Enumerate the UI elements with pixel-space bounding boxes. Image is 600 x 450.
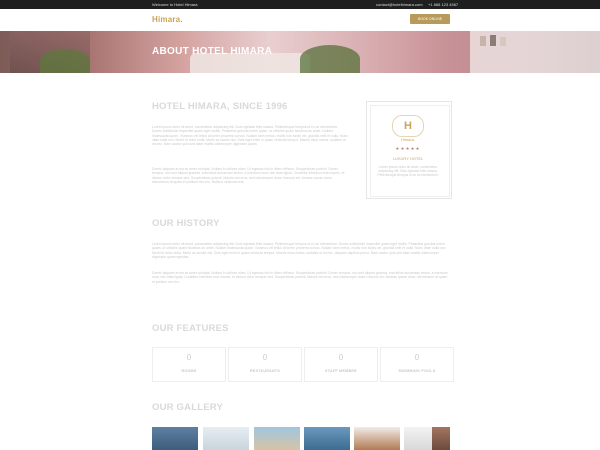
hero-book-image — [480, 36, 486, 46]
feature-label: STAFF MEMBER — [325, 369, 357, 373]
about-paragraph: Lorem ipsum dolor sit amet, consectetur … — [152, 125, 348, 147]
gallery-section-title: OUR GALLERY — [152, 402, 223, 413]
feature-card-rooms: 0 ROOMS — [152, 347, 226, 382]
gallery-image[interactable] — [203, 427, 249, 450]
card-description: Lorem ipsum dolor sit amet, consectetur … — [377, 165, 439, 178]
feature-label: RESTAURANTS — [249, 369, 281, 373]
hero-plant-image — [40, 49, 90, 73]
feature-card-staff: 0 STAFF MEMBER — [304, 347, 378, 382]
gallery-image[interactable] — [432, 427, 450, 450]
feature-label: SWIMMING POOLS — [398, 369, 436, 373]
gallery-image[interactable] — [254, 427, 300, 450]
gallery-image[interactable] — [304, 427, 350, 450]
history-paragraph: Lorem ipsum dolor sit amet, consectetur … — [152, 242, 447, 259]
luxury-hotel-label: LUXURY HOTEL — [392, 156, 424, 161]
top-bar: Welcome to Hotel Himara contact@hotelhim… — [0, 0, 600, 9]
feature-card-restaurants: 0 RESTAURANTS — [228, 347, 302, 382]
welcome-text: Welcome to Hotel Himara — [152, 2, 198, 7]
hotel-logo-badge: H — [392, 115, 424, 137]
about-section-title: HOTEL HIMARA, SINCE 1996 — [152, 101, 288, 112]
site-logo[interactable]: Himara. — [152, 15, 183, 24]
rating-stars: ★★★★★ — [395, 146, 421, 151]
gallery-image[interactable] — [152, 427, 198, 450]
history-paragraph: Donec aliquam at est sit amet volutpat. … — [152, 271, 448, 284]
feature-count: 0 — [186, 353, 192, 362]
main-navbar: Himara. BOOK ONLINE — [0, 9, 600, 32]
page-title: ABOUT HOTEL HIMARA — [152, 46, 273, 57]
card-brand: Himara. — [400, 137, 415, 142]
about-paragraph: Donec aliquam at est sit amet volutpat. … — [152, 167, 345, 184]
hero-banner — [0, 31, 600, 73]
hero-book-image — [490, 35, 496, 46]
feature-count: 0 — [414, 353, 420, 362]
feature-count: 0 — [262, 353, 268, 362]
book-online-button[interactable]: BOOK ONLINE — [410, 14, 450, 24]
feature-label: ROOMS — [181, 369, 197, 373]
feature-card-pools: 0 SWIMMING POOLS — [380, 347, 454, 382]
features-section-title: OUR FEATURES — [152, 323, 229, 334]
hero-plant-image — [300, 45, 360, 73]
gallery-image[interactable] — [354, 427, 400, 450]
contact-email-link[interactable]: contact@hotelhimara.com — [376, 2, 423, 7]
feature-count: 0 — [338, 353, 344, 362]
hero-book-image — [500, 37, 506, 46]
history-section-title: OUR HISTORY — [152, 218, 220, 229]
contact-phone-link[interactable]: +1 888 123 4567 — [428, 2, 458, 7]
